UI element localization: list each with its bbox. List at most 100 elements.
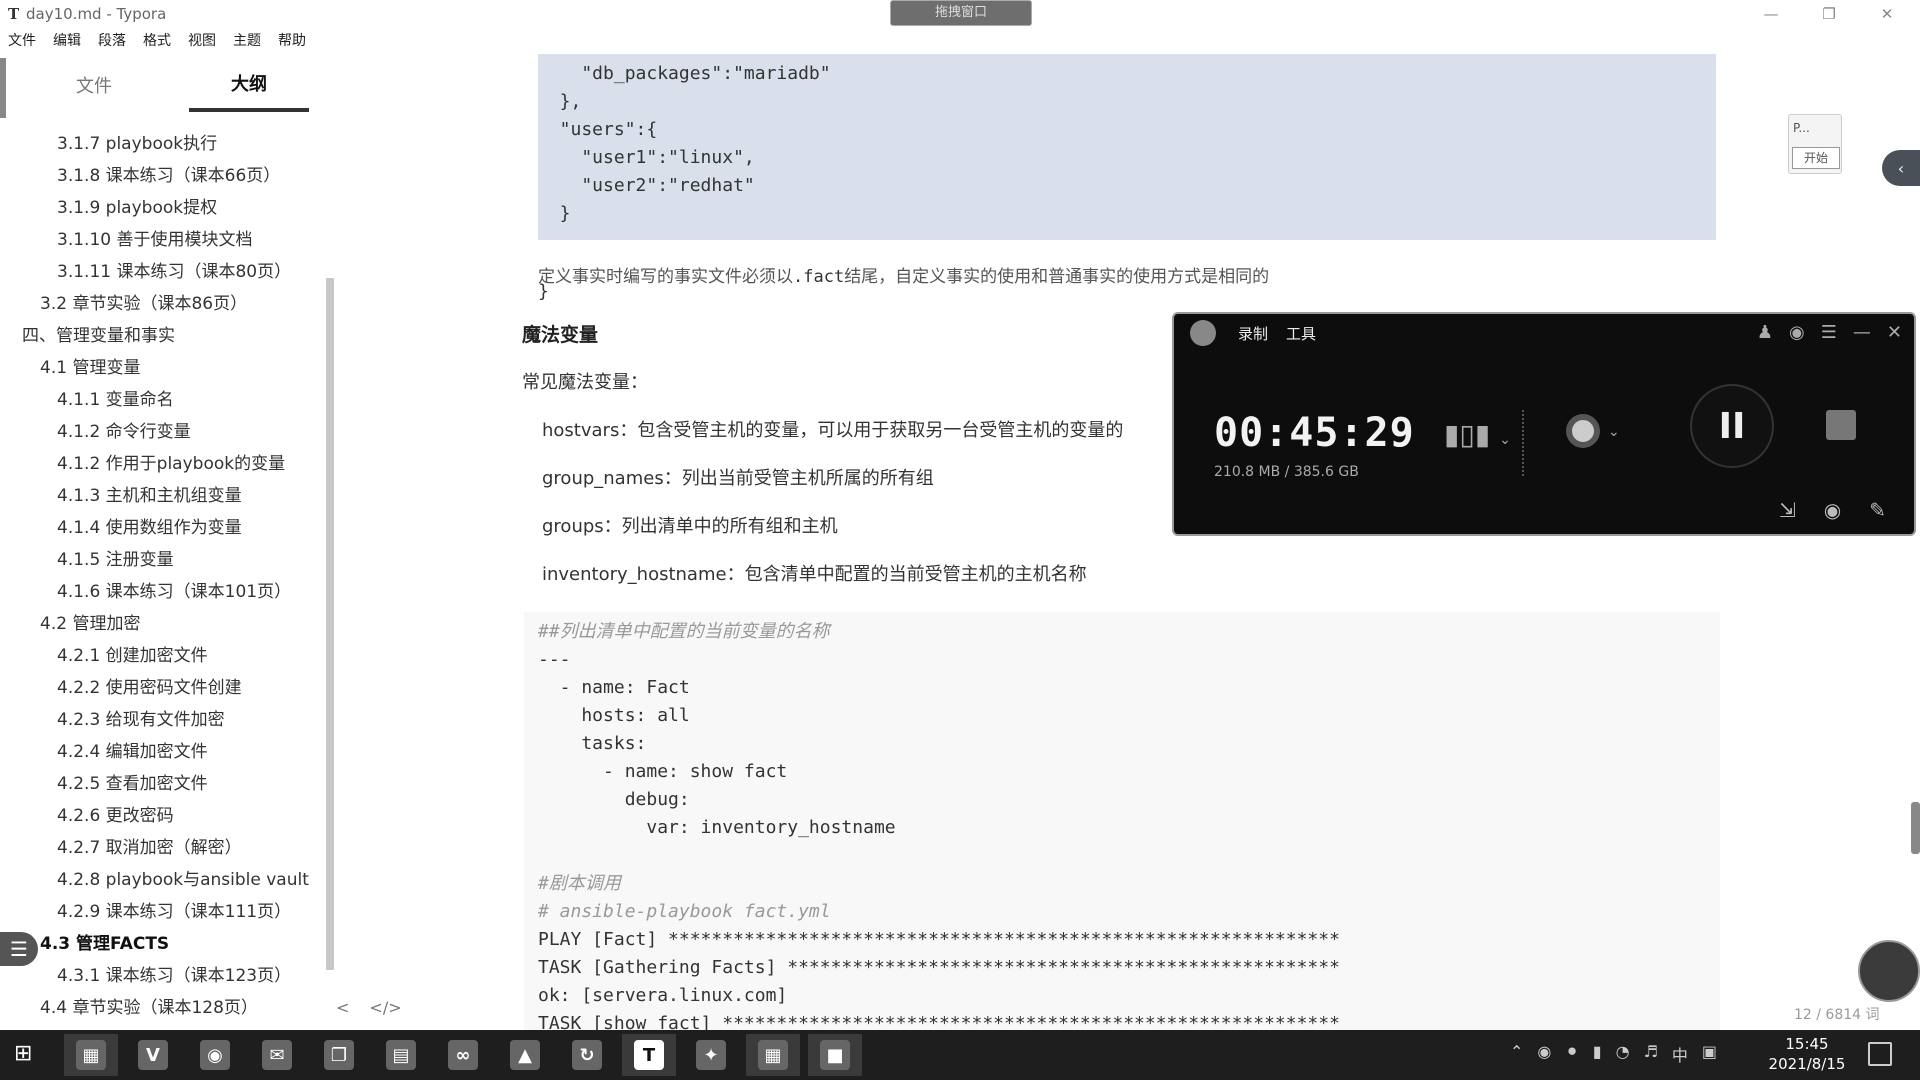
outline-item[interactable]: 3.1.10 善于使用模块文档 bbox=[0, 224, 326, 256]
outline-item[interactable]: 3.1.9 playbook提权 bbox=[0, 192, 326, 224]
outline-item[interactable]: 4.1.6 课本练习（课本101页） bbox=[0, 576, 326, 608]
notification-center-icon[interactable] bbox=[1868, 1042, 1892, 1066]
shrink-icon[interactable]: ⇲ bbox=[1779, 498, 1796, 522]
outline-item[interactable]: 4.2 管理加密 bbox=[0, 608, 326, 640]
minimize-icon[interactable]: — bbox=[1853, 322, 1871, 343]
close-icon[interactable]: ✕ bbox=[1887, 322, 1902, 343]
wifi-icon[interactable]: ◔ bbox=[1616, 1042, 1630, 1066]
taskbar-typora[interactable]: T bbox=[622, 1034, 676, 1076]
recording-size: 210.8 MB / 385.6 GB bbox=[1214, 464, 1359, 480]
taskbar-circle-app[interactable]: ◉ bbox=[188, 1034, 242, 1076]
menu-help[interactable]: 帮助 bbox=[270, 30, 315, 54]
code-block-yaml[interactable]: ##列出清单中配置的当前变量的名称 --- - name: Fact hosts:… bbox=[524, 612, 1720, 1030]
taskbar-photos[interactable]: ▲ bbox=[498, 1034, 552, 1076]
windows-start-icon[interactable]: ⊞ bbox=[14, 1042, 38, 1066]
taskbar-vivaldi[interactable]: V bbox=[126, 1034, 180, 1076]
window-app-icon: ❐ bbox=[324, 1040, 354, 1070]
fact-note-pre: 定义事实时编写的事实文件必须以 bbox=[538, 267, 793, 287]
outline-item[interactable]: 4.1.3 主机和主机组变量 bbox=[0, 480, 326, 512]
outline-item[interactable]: 4.2.6 更改密码 bbox=[0, 800, 326, 832]
hamburger-menu-icon[interactable]: ☰ bbox=[1821, 322, 1837, 343]
outline-item[interactable]: 四、管理变量和事实 bbox=[0, 320, 326, 352]
code-line: TASK [Gathering Facts] *****************… bbox=[538, 957, 1340, 978]
menu-theme[interactable]: 主题 bbox=[225, 30, 270, 54]
code-comment-line: #剧本调用 bbox=[538, 873, 621, 894]
pen-icon[interactable]: ✎ bbox=[1869, 498, 1886, 522]
menu-format[interactable]: 格式 bbox=[135, 30, 180, 54]
fact-note-code: .fact bbox=[793, 267, 845, 287]
taskbar-image-app[interactable]: ▦ bbox=[746, 1034, 800, 1076]
drag-window-tip[interactable]: 拖拽窗口 bbox=[890, 0, 1032, 26]
menu-edit[interactable]: 编辑 bbox=[45, 30, 90, 54]
outline-item[interactable]: 4.4 章节实验（课本128页） bbox=[0, 992, 326, 1024]
taskbar-folder[interactable]: ▤ bbox=[374, 1034, 428, 1076]
chevron-up-icon[interactable]: ⌃ bbox=[1510, 1042, 1523, 1066]
outline-item[interactable]: 3.2 章节实验（课本86页） bbox=[0, 288, 326, 320]
volume-icon[interactable]: ♬ bbox=[1644, 1042, 1658, 1066]
floating-avatar[interactable] bbox=[1858, 940, 1920, 1002]
stop-button[interactable] bbox=[1826, 410, 1856, 440]
close-button[interactable]: ✕ bbox=[1864, 0, 1910, 28]
taskbar-clock[interactable]: 15:45 2021/8/15 bbox=[1754, 1034, 1860, 1074]
outline-item[interactable]: 4.1 管理变量 bbox=[0, 352, 326, 384]
outline-item[interactable]: 3.1.7 playbook执行 bbox=[0, 128, 326, 160]
taskbar-window-app[interactable]: ❐ bbox=[312, 1034, 366, 1076]
outline-item[interactable]: 4.3 管理FACTS bbox=[0, 928, 326, 960]
outline-item[interactable]: 4.2.8 playbook与ansible vault bbox=[0, 864, 326, 896]
taskbar-wechat[interactable]: ✉ bbox=[250, 1034, 304, 1076]
taskbar-share-app[interactable]: ✦ bbox=[684, 1034, 738, 1076]
divider bbox=[1522, 410, 1524, 476]
clock-date: 2021/8/15 bbox=[1768, 1055, 1846, 1073]
tab-outline[interactable]: 大纲 bbox=[189, 58, 309, 112]
outline-item[interactable]: 4.1.2 作用于playbook的变量 bbox=[0, 448, 326, 480]
audio-waveform-icon[interactable]: ▮▯▮ ⌄ bbox=[1444, 418, 1511, 451]
menu-view[interactable]: 视图 bbox=[180, 30, 225, 54]
heading-magic-variables: 魔法变量 bbox=[522, 324, 599, 346]
code-line: } bbox=[538, 203, 571, 224]
outline-item[interactable]: 4.2.1 创建加密文件 bbox=[0, 640, 326, 672]
recorder-menu-tools[interactable]: 工具 bbox=[1286, 323, 1316, 344]
maximize-button[interactable]: ❐ bbox=[1806, 0, 1852, 28]
microphone-icon[interactable]: ⚫ bbox=[1565, 1042, 1578, 1066]
chevron-left-icon[interactable]: ‹ bbox=[1882, 150, 1920, 186]
outline-item[interactable]: 4.1.2 命令行变量 bbox=[0, 416, 326, 448]
outline-item[interactable]: 4.1.4 使用数组作为变量 bbox=[0, 512, 326, 544]
taskbar-recorder[interactable]: ■ bbox=[808, 1034, 862, 1076]
taskbar-refresh-app[interactable]: ↻ bbox=[560, 1034, 614, 1076]
outline-item[interactable]: 4.2.7 取消加密（解密） bbox=[0, 832, 326, 864]
sidebar-scrollbar[interactable] bbox=[326, 278, 334, 970]
user-icon[interactable]: ♟ bbox=[1757, 322, 1773, 343]
menu-paragraph[interactable]: 段落 bbox=[90, 30, 135, 54]
code-block-json[interactable]: "db_packages":"mariadb" }, "users":{ "us… bbox=[538, 54, 1716, 240]
tray-app-icon[interactable]: ◉ bbox=[1537, 1042, 1551, 1066]
outline-item[interactable]: 3.1.11 课本练习（课本80页） bbox=[0, 256, 326, 288]
word-count[interactable]: 12 / 6814 词 bbox=[1794, 1004, 1880, 1024]
webcam-icon[interactable] bbox=[1566, 414, 1600, 448]
recorder-menu-record[interactable]: 录制 bbox=[1238, 323, 1268, 344]
taskbar-file-manager[interactable]: ▦ bbox=[64, 1034, 118, 1076]
outline-item[interactable]: 4.3.1 课本练习（课本123页） bbox=[0, 960, 326, 992]
ime-indicator[interactable]: 中 bbox=[1672, 1042, 1688, 1066]
battery-icon[interactable]: ▮ bbox=[1593, 1042, 1602, 1066]
sidebar-edge-scrollbar[interactable] bbox=[0, 58, 6, 118]
outline-item[interactable]: 4.2.9 课本练习（课本111页） bbox=[0, 896, 326, 928]
menu-file[interactable]: 文件 bbox=[0, 30, 45, 54]
outline-toggle-icon[interactable]: ☰ bbox=[0, 932, 38, 966]
tab-files[interactable]: 文件 bbox=[34, 58, 154, 112]
pause-button[interactable]: II bbox=[1690, 384, 1774, 468]
editor-scrollbar[interactable] bbox=[1911, 802, 1920, 854]
minimize-button[interactable]: — bbox=[1748, 0, 1794, 28]
camera-icon[interactable]: ◉ bbox=[1824, 498, 1841, 522]
outline-item[interactable]: 4.2.3 给现有文件加密 bbox=[0, 704, 326, 736]
outline-item[interactable]: 4.2.5 查看加密文件 bbox=[0, 768, 326, 800]
mini-start-button[interactable]: 开始 bbox=[1792, 147, 1840, 169]
chevron-down-icon[interactable]: ⌄ bbox=[1608, 424, 1620, 440]
outline-item[interactable]: 4.2.2 使用密码文件创建 bbox=[0, 672, 326, 704]
outline-item[interactable]: 4.1.1 变量命名 bbox=[0, 384, 326, 416]
outline-item[interactable]: 3.1.8 课本练习（课本66页） bbox=[0, 160, 326, 192]
chat-icon[interactable]: ◉ bbox=[1789, 322, 1805, 343]
taskbar-network-app[interactable]: ∞ bbox=[436, 1034, 490, 1076]
outline-item[interactable]: 4.2.4 编辑加密文件 bbox=[0, 736, 326, 768]
outline-item[interactable]: 4.1.5 注册变量 bbox=[0, 544, 326, 576]
ime-mode-icon[interactable]: ▣ bbox=[1702, 1042, 1717, 1066]
